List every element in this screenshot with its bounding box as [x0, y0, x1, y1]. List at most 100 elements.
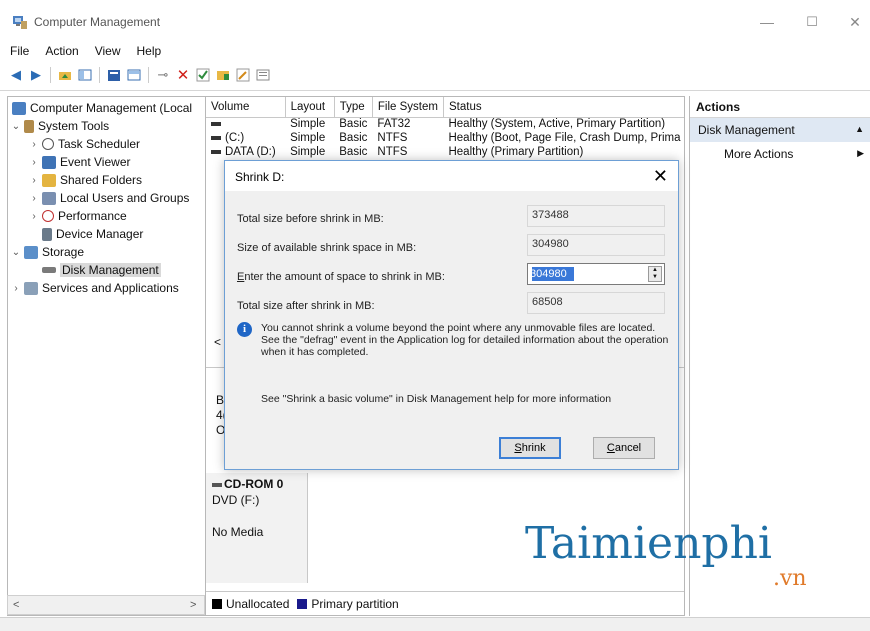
chevron-right-icon[interactable]: ›: [28, 211, 40, 222]
tree-device-manager[interactable]: Device Manager: [40, 225, 143, 243]
column-file-system[interactable]: File System: [372, 97, 444, 118]
tree-horizontal-scrollbar[interactable]: < >: [7, 595, 205, 615]
volume-status: Healthy (Primary Partition): [448, 146, 584, 158]
cdrom-disk-label[interactable]: CD-ROM 0 DVD (F:) No Media: [206, 473, 308, 583]
chevron-right-icon[interactable]: ›: [28, 175, 40, 186]
tree-disk-management[interactable]: Disk Management: [40, 261, 161, 279]
up-folder-icon[interactable]: [57, 67, 73, 83]
menu-bar: File Action View Help: [0, 40, 167, 62]
volume-list: Volume Layout Type File System Status Si…: [206, 97, 684, 159]
tree-label: Services and Applications: [42, 281, 179, 295]
table-row[interactable]: DATA (D:) Simple Basic NTFS Healthy (Pri…: [206, 145, 684, 159]
stepper-up-icon[interactable]: ▲: [649, 267, 661, 274]
shrink-amount-label-text: nter the amount of space to shrink in MB…: [244, 271, 445, 283]
forward-icon[interactable]: ▶: [28, 67, 44, 83]
total-before-value: 373488: [527, 205, 665, 227]
table-scroll-left-icon[interactable]: <: [214, 335, 221, 349]
cancel-button[interactable]: Cancel: [593, 437, 655, 459]
show-hide-tree-icon[interactable]: [77, 67, 93, 83]
toolbar-separator: [99, 67, 100, 83]
volume-status: Healthy (Boot, Page File, Crash Dump, Pr…: [448, 132, 681, 144]
list-view-icon[interactable]: [255, 67, 271, 83]
shrink-amount-stepper[interactable]: ▲ ▼: [527, 263, 665, 285]
maximize-button[interactable]: ☐: [797, 14, 827, 30]
help-icon[interactable]: [126, 67, 142, 83]
tree-root-label: Computer Management (Local: [30, 101, 193, 115]
menu-view[interactable]: View: [85, 40, 127, 62]
tree-performance[interactable]: › Performance: [28, 207, 127, 225]
shrink-button[interactable]: Shrink: [499, 437, 561, 459]
storage-icon: [24, 245, 38, 259]
chevron-right-icon[interactable]: ›: [10, 283, 22, 294]
actions-section-disk-management[interactable]: Disk Management ▲: [690, 118, 870, 142]
volume-name: DATA (D:): [225, 146, 276, 158]
tree-event-viewer[interactable]: › Event Viewer: [28, 153, 130, 171]
window-title: Computer Management: [34, 15, 161, 29]
volume-name: (C:): [225, 132, 245, 144]
collapse-icon[interactable]: ▲: [855, 124, 864, 134]
stepper-buttons: ▲ ▼: [648, 266, 662, 282]
volume-layout: Simple: [290, 146, 326, 158]
legend-unallocated: Unallocated: [226, 596, 290, 611]
cdrom-name: CD-ROM 0: [224, 477, 284, 491]
dialog-close-button[interactable]: ✕: [653, 166, 668, 187]
chevron-down-icon[interactable]: ⌄: [10, 121, 22, 132]
close-window-button[interactable]: ✕: [840, 14, 870, 31]
tree-label: Event Viewer: [60, 155, 131, 169]
cdrom-media: No Media: [212, 525, 264, 539]
watermark-logo: Taimienphi: [525, 518, 772, 569]
table-row[interactable]: (C:) Simple Basic NTFS Healthy (Boot, Pa…: [206, 131, 684, 145]
tree-local-users[interactable]: › Local Users and Groups: [28, 189, 189, 207]
column-type[interactable]: Type: [334, 97, 373, 118]
chevron-right-icon[interactable]: ›: [28, 193, 40, 204]
table-row[interactable]: Simple Basic FAT32 Healthy (System, Acti…: [206, 117, 684, 131]
cdrom-drive: DVD (F:): [212, 493, 260, 507]
chevron-right-icon: ▶: [857, 148, 864, 158]
tree-label: Disk Management: [60, 263, 161, 277]
minimize-button[interactable]: —: [752, 14, 782, 30]
stepper-down-icon[interactable]: ▼: [649, 274, 661, 281]
users-icon: [42, 191, 56, 205]
performance-icon: [42, 210, 54, 222]
primary-swatch: [297, 598, 308, 609]
volume-type: Basic: [339, 118, 368, 131]
tree-services[interactable]: › Services and Applications: [10, 279, 179, 297]
tree-label: Device Manager: [56, 227, 144, 241]
menu-help[interactable]: Help: [127, 40, 168, 62]
menu-action[interactable]: Action: [35, 40, 84, 62]
cdrom-title: CD-ROM 0: [212, 477, 301, 491]
volume-file-system: NTFS: [377, 132, 408, 144]
check-icon[interactable]: [195, 67, 211, 83]
chevron-right-icon[interactable]: ›: [28, 157, 40, 168]
status-bar: [0, 617, 870, 631]
tree-root[interactable]: Computer Management (Local: [10, 99, 192, 117]
tree-system-tools[interactable]: ⌄ System Tools: [10, 117, 109, 135]
chevron-down-icon[interactable]: ⌄: [10, 247, 22, 258]
scroll-right-icon[interactable]: >: [190, 599, 196, 611]
menu-file[interactable]: File: [0, 40, 35, 62]
column-status[interactable]: Status: [443, 97, 684, 118]
chevron-right-icon[interactable]: ›: [28, 139, 40, 150]
actions-header: Actions: [690, 96, 870, 118]
tree-storage[interactable]: ⌄ Storage: [10, 243, 84, 261]
back-icon[interactable]: ◀: [8, 67, 24, 83]
scroll-left-icon[interactable]: <: [13, 599, 19, 611]
tree-label: Performance: [58, 209, 127, 223]
more-actions[interactable]: More Actions ▶: [690, 142, 870, 166]
shared-folder-icon: [42, 173, 56, 187]
shrink-amount-label: Enter the amount of space to shrink in M…: [237, 271, 445, 283]
available-label: Size of available shrink space in MB:: [237, 242, 417, 254]
accelerator-key: C: [606, 442, 615, 454]
shrink-amount-input[interactable]: [530, 266, 644, 282]
properties-icon[interactable]: [106, 67, 122, 83]
wizard-icon[interactable]: [235, 67, 251, 83]
column-layout[interactable]: Layout: [285, 97, 335, 118]
tree-task-scheduler[interactable]: › Task Scheduler: [28, 135, 140, 153]
folder-icon[interactable]: [215, 67, 231, 83]
device-manager-icon: [42, 227, 52, 241]
delete-icon[interactable]: ✕: [175, 67, 191, 84]
volume-file-system: NTFS: [377, 146, 408, 158]
tree-shared-folders[interactable]: › Shared Folders: [28, 171, 142, 189]
column-volume[interactable]: Volume: [206, 97, 286, 118]
connect-icon[interactable]: ⊸: [155, 67, 171, 83]
